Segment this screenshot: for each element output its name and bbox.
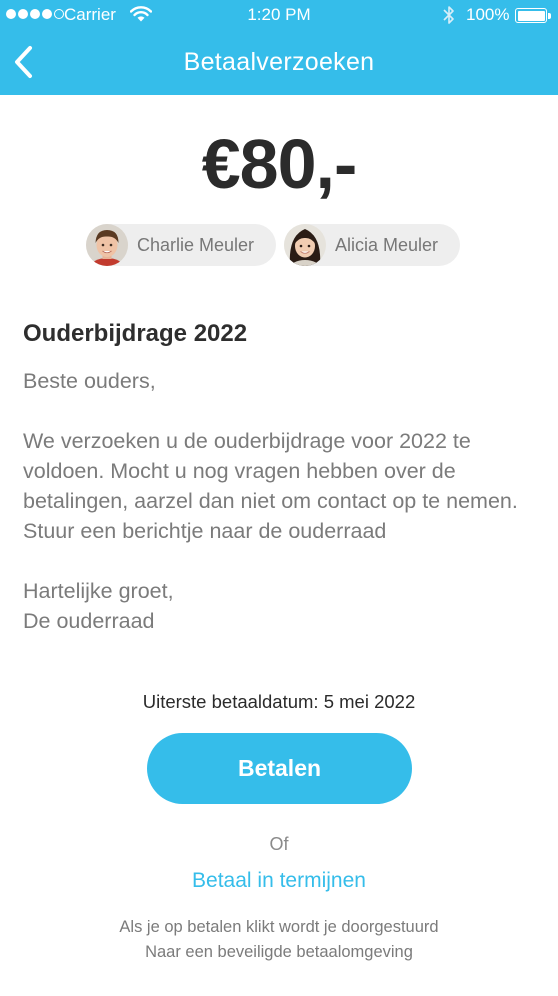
or-separator: Of (269, 834, 289, 854)
message-text: We verzoeken u de ouderbijdrage voor 202… (23, 429, 518, 543)
child-chip-alicia[interactable]: Alicia Meuler (284, 224, 461, 266)
pay-button[interactable]: Betalen (147, 733, 412, 804)
child-name: Alicia Meuler (335, 234, 439, 255)
pay-in-installments-link[interactable]: Betaal in termijnen (0, 869, 558, 893)
message-closing: Hartelijke groet, (23, 579, 174, 603)
payment-amount: €80,- (201, 125, 358, 203)
redirect-notice: Als je op betalen klikt wordt je doorges… (0, 915, 558, 965)
battery-percentage: 100% (466, 5, 510, 24)
bluetooth-icon (443, 6, 454, 24)
message-title: Ouderbijdrage 2022 (23, 320, 248, 347)
app-header: Carrier 1:20 PM 100% Betaalverzoeken (0, 0, 558, 95)
page-title: Betaalverzoeken (183, 48, 375, 76)
status-bar: Carrier 1:20 PM 100% (0, 0, 558, 32)
payment-deadline: Uiterste betaaldatum: 5 mei 2022 (142, 691, 416, 712)
child-name: Charlie Meuler (136, 234, 254, 255)
redirect-notice-line-1: Als je op betalen klikt wordt je doorges… (119, 918, 439, 936)
boy-avatar (85, 224, 128, 266)
message-greeting: Beste ouders, (23, 369, 156, 393)
redirect-notice-line-2: Naar een beveiligde betaalomgeving (145, 943, 413, 961)
children-list: Charlie Meuler Alicia Meuler (0, 224, 558, 266)
girl-avatar (284, 224, 326, 266)
battery-icon (515, 8, 551, 23)
message-body: Beste ouders, We verzoeken u de ouderbij… (23, 366, 543, 636)
message-signature: De ouderraad (23, 609, 155, 633)
battery-level (517, 10, 545, 21)
child-chip-charlie[interactable]: Charlie Meuler (85, 224, 276, 266)
